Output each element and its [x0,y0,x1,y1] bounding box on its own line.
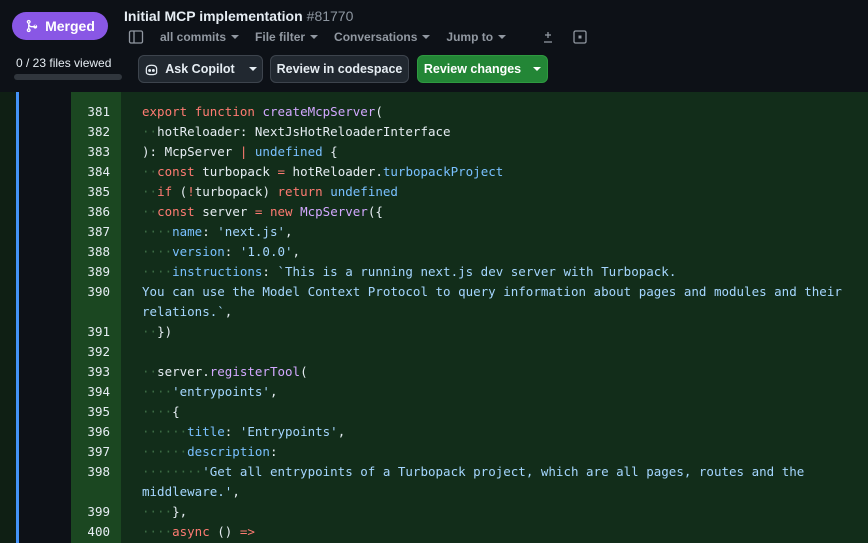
line-number[interactable]: 393 [71,362,110,382]
diff-view: 381 export function createMcpServer( 382… [0,92,868,543]
chevron-down-icon [533,67,542,71]
line-number[interactable]: 392 [71,342,110,362]
file-view-icon[interactable] [572,29,588,45]
pr-header: Merged Initial MCP implementation #81770 … [0,0,868,92]
merged-label: Merged [45,18,95,34]
diff-line: 394 ····'entrypoints', [0,382,868,402]
conversations-label: Conversations [334,30,418,44]
review-in-codespace-button[interactable]: Review in codespace [270,55,409,83]
ask-copilot-button[interactable]: Ask Copilot [138,55,263,83]
diff-line: 383 ): McpServer | undefined { [0,142,868,162]
pr-number: #81770 [306,8,354,24]
commits-label: all commits [160,30,227,44]
diff-line: 391 ··}) [0,322,868,342]
diff-line: 398 ········'Get all entrypoints of a Tu… [0,462,868,482]
line-number[interactable]: 383 [71,142,110,162]
line-number[interactable]: 396 [71,422,110,442]
diff-line: 397 ······description: [0,442,868,462]
code-text: ··hotReloader: NextJsHotReloaderInterfac… [142,124,451,139]
chevron-down-icon [231,35,240,39]
diff-line: 393 ··server.registerTool( [0,362,868,382]
diff-line: 392 [0,342,868,362]
file-filter-dropdown[interactable]: File filter [255,30,319,44]
diff-line: 388 ····version: '1.0.0', [0,242,868,262]
line-number[interactable]: 398 [71,462,110,482]
diff-line: 390 You can use the Model Context Protoc… [0,282,868,302]
diff-line: 387 ····name: 'next.js', [0,222,868,242]
code-text: ······title: 'Entrypoints', [142,424,346,439]
line-number[interactable]: 394 [71,382,110,402]
diff-line: 400 ····async () => [0,522,868,542]
code-text: ··if (!turbopack) return undefined [142,184,398,199]
diff-line: 389 ····instructions: `This is a running… [0,262,868,282]
chevron-down-icon [248,67,257,71]
code-text: ····version: '1.0.0', [142,244,301,259]
line-number[interactable]: 390 [71,282,110,302]
diff-toolbar: all commits File filter Conversations Ju… [128,28,588,46]
diff-line-wrap: relations.`, [0,302,868,322]
commits-dropdown[interactable]: all commits [160,30,240,44]
merged-badge: Merged [12,12,108,40]
code-text: ······description: [142,444,278,459]
review-changes-button[interactable]: Review changes [417,55,548,83]
file-filter-label: File filter [255,30,306,44]
ask-copilot-label: Ask Copilot [165,62,235,76]
code-text: ····instructions: `This is a running nex… [142,264,677,279]
copilot-icon [146,64,158,75]
chevron-down-icon [310,35,319,39]
line-number[interactable]: 386 [71,202,110,222]
code-text: ··const turbopack = hotReloader.turbopac… [142,164,504,179]
code-text: ····'entrypoints', [142,384,278,399]
code-text: ········'Get all entrypoints of a Turbop… [142,464,805,479]
code-text: You can use the Model Context Protocol t… [142,284,842,299]
code-text: ····}, [142,504,188,519]
conversations-dropdown[interactable]: Conversations [334,30,431,44]
code-text: relations.`, [142,304,233,319]
diff-settings-icon[interactable] [540,29,556,45]
review-changes-label: Review changes [423,62,522,76]
sidebar-toggle-icon[interactable] [128,29,144,45]
code-text: export function createMcpServer( [142,104,383,119]
diff-line: 386 ··const server = new McpServer({ [0,202,868,222]
chevron-down-icon [422,35,431,39]
line-number[interactable]: 391 [71,322,110,342]
line-number[interactable]: 400 [71,522,110,542]
pr-title: Initial MCP implementation #81770 [124,8,353,24]
line-number[interactable]: 397 [71,442,110,462]
diff-line: 385 ··if (!turbopack) return undefined [0,182,868,202]
code-text: ··const server = new McpServer({ [142,204,383,219]
diff-line: 396 ······title: 'Entrypoints', [0,422,868,442]
line-number[interactable]: 389 [71,262,110,282]
code-text: middleware.', [142,484,240,499]
git-merge-icon [26,19,38,33]
jump-to-dropdown[interactable]: Jump to [446,30,507,44]
diff-line: 381 export function createMcpServer( [0,102,868,122]
code-text: ····{ [142,404,180,419]
code-text: ··server.registerTool( [142,364,308,379]
files-viewed-text: 0 / 23 files viewed [16,56,112,70]
chevron-down-icon [498,35,507,39]
diff-line-wrap: middleware.', [0,482,868,502]
review-in-codespace-label: Review in codespace [276,62,403,76]
files-viewed-progress [14,74,122,80]
line-number[interactable]: 388 [71,242,110,262]
line-number[interactable]: 387 [71,222,110,242]
line-number[interactable]: 382 [71,122,110,142]
code-text: ····async () => [142,524,255,539]
line-number[interactable]: 399 [71,502,110,522]
jump-to-label: Jump to [446,30,494,44]
diff-line: 382 ··hotReloader: NextJsHotReloaderInte… [0,122,868,142]
line-number[interactable]: 381 [71,102,110,122]
diff-line: 384 ··const turbopack = hotReloader.turb… [0,162,868,182]
pr-title-text: Initial MCP implementation [124,8,303,24]
code-text: ): McpServer | undefined { [142,144,338,159]
line-number[interactable]: 385 [71,182,110,202]
line-number[interactable]: 395 [71,402,110,422]
code-text: ····name: 'next.js', [142,224,293,239]
line-number[interactable]: 384 [71,162,110,182]
diff-line: 399 ····}, [0,502,868,522]
diff-line: 395 ····{ [0,402,868,422]
code-text: ··}) [142,324,173,339]
